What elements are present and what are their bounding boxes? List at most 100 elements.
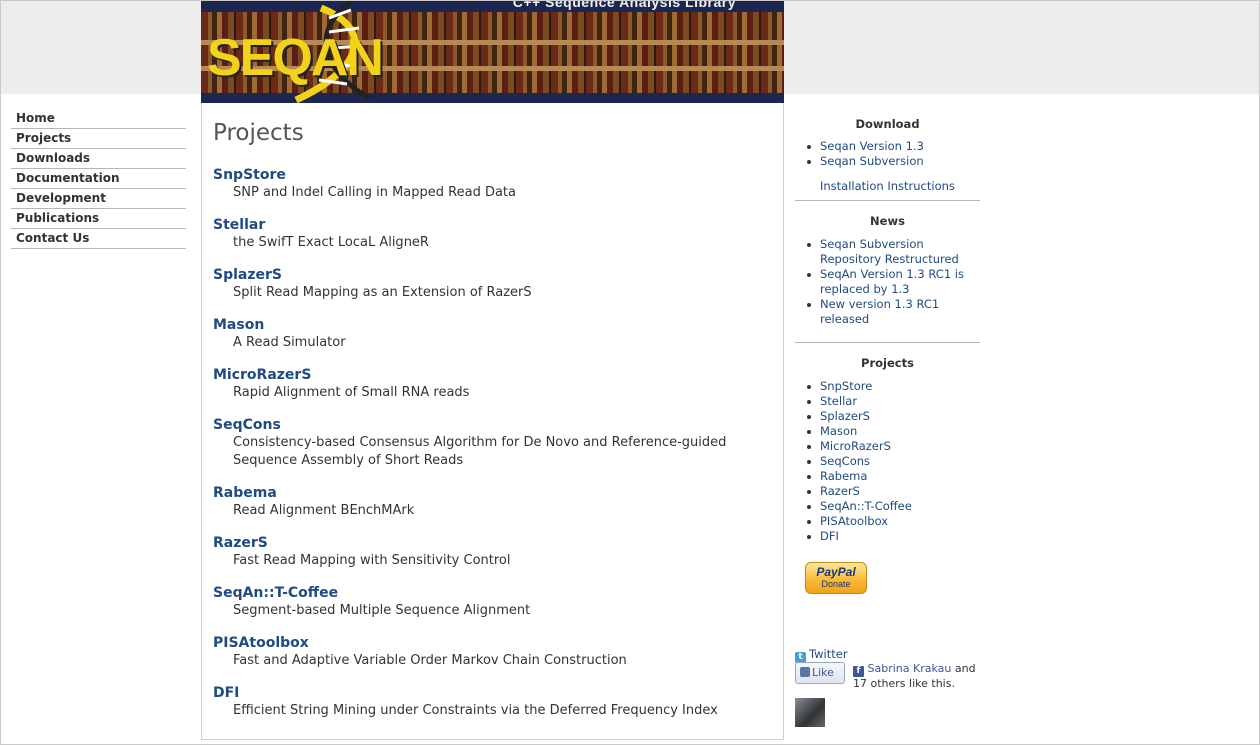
project-description: Fast and Adaptive Variable Order Markov … — [233, 653, 627, 668]
seqan-logo: SEQAN — [207, 29, 384, 87]
project-link[interactable]: Stellar — [213, 216, 773, 234]
banner-tagline: C++ Sequence Analysis Library — [512, 0, 736, 10]
project-link[interactable]: Rabema — [213, 484, 773, 502]
list-item: Seqan Version 1.3 — [807, 139, 980, 154]
project-sidebar-link[interactable]: SplazerS — [820, 409, 870, 423]
nav-item-home[interactable]: Home — [11, 110, 186, 129]
project-link[interactable]: MicroRazerS — [213, 366, 773, 384]
project-sidebar-link[interactable]: SnpStore — [820, 379, 872, 393]
project-entry: MicroRazerS Rapid Alignment of Small RNA… — [213, 366, 773, 402]
list-item: MicroRazerS — [807, 439, 980, 454]
facebook-like-button[interactable]: Like — [795, 662, 845, 684]
nav-item-documentation[interactable]: Documentation — [11, 170, 186, 189]
download-list: Seqan Version 1.3 Seqan Subversion — [795, 139, 980, 169]
project-link[interactable]: SeqAn::T-Coffee — [213, 584, 773, 602]
project-sidebar-link[interactable]: PISAtoolbox — [820, 514, 888, 528]
project-description: Segment-based Multiple Sequence Alignmen… — [233, 603, 531, 618]
project-link[interactable]: SnpStore — [213, 166, 773, 184]
project-sidebar-link[interactable]: Mason — [820, 424, 857, 438]
project-description: Split Read Mapping as an Extension of Ra… — [233, 285, 532, 300]
project-entry: SeqCons Consistency-based Consensus Algo… — [213, 416, 773, 470]
project-sidebar-link[interactable]: RazerS — [820, 484, 860, 498]
project-description: Rapid Alignment of Small RNA reads — [233, 385, 470, 400]
list-item: SeqCons — [807, 454, 980, 469]
left-navigation: Home Projects Downloads Documentation De… — [11, 110, 186, 250]
download-link[interactable]: Seqan Subversion — [820, 154, 924, 168]
project-entry: PISAtoolbox Fast and Adaptive Variable O… — [213, 634, 773, 670]
news-heading: News — [870, 214, 905, 228]
sidebar-divider — [795, 200, 980, 201]
project-link[interactable]: DFI — [213, 684, 773, 702]
twitter-link[interactable]: t Twitter — [795, 647, 848, 663]
news-list: Seqan Subversion Repository Restructured… — [795, 237, 985, 327]
list-item: New version 1.3 RC1 released — [807, 297, 985, 327]
project-description: Fast Read Mapping with Sensitivity Contr… — [233, 553, 511, 568]
like-label: Like — [812, 666, 834, 679]
project-description: Read Alignment BEnchMArk — [233, 503, 415, 518]
facebook-icon: f — [853, 666, 864, 677]
list-item: Stellar — [807, 394, 980, 409]
site-banner[interactable]: C++ Sequence Analysis Library SEQAN — [201, 0, 784, 103]
project-sidebar-link[interactable]: Rabema — [820, 469, 867, 483]
twitter-label: Twitter — [809, 647, 848, 661]
project-entry: Rabema Read Alignment BEnchMArk — [213, 484, 773, 520]
project-entry: Stellar the SwifT Exact LocaL AligneR — [213, 216, 773, 252]
project-sidebar-link[interactable]: SeqAn::T-Coffee — [820, 499, 912, 513]
nav-item-contact-us[interactable]: Contact Us — [11, 230, 186, 249]
news-link[interactable]: New version 1.3 RC1 released — [820, 297, 939, 326]
thumbs-up-icon — [800, 667, 810, 677]
project-sidebar-link[interactable]: DFI — [820, 529, 839, 543]
project-entry: Mason A Read Simulator — [213, 316, 773, 352]
list-item: SeqAn::T-Coffee — [807, 499, 980, 514]
project-entry: SnpStore SNP and Indel Calling in Mapped… — [213, 166, 773, 202]
list-item: SplazerS — [807, 409, 980, 424]
facebook-user-link[interactable]: Sabrina Krakau — [868, 662, 952, 675]
project-description: A Read Simulator — [233, 335, 346, 350]
projects-list: SnpStore Stellar SplazerS Mason MicroRaz… — [795, 379, 980, 544]
nav-item-development[interactable]: Development — [11, 190, 186, 209]
donate-label: Donate — [821, 579, 851, 589]
project-link[interactable]: SplazerS — [213, 266, 773, 284]
installation-instructions-link[interactable]: Installation Instructions — [820, 179, 955, 193]
download-link[interactable]: Seqan Version 1.3 — [820, 139, 924, 153]
nav-item-downloads[interactable]: Downloads — [11, 150, 186, 169]
news-link[interactable]: SeqAn Version 1.3 RC1 is replaced by 1.3 — [820, 267, 964, 296]
list-item: Mason — [807, 424, 980, 439]
project-description: SNP and Indel Calling in Mapped Read Dat… — [233, 185, 516, 200]
nav-item-publications[interactable]: Publications — [11, 210, 186, 229]
project-link[interactable]: SeqCons — [213, 416, 773, 434]
project-description: Consistency-based Consensus Algorithm fo… — [233, 435, 727, 468]
list-item: PISAtoolbox — [807, 514, 980, 529]
news-link[interactable]: Seqan Subversion Repository Restructured — [820, 237, 959, 266]
paypal-logo: PayPal — [816, 565, 856, 579]
nav-item-projects[interactable]: Projects — [11, 130, 186, 149]
list-item: SeqAn Version 1.3 RC1 is replaced by 1.3 — [807, 267, 985, 297]
project-description: the SwifT Exact LocaL AligneR — [233, 235, 429, 250]
project-sidebar-link[interactable]: MicroRazerS — [820, 439, 891, 453]
project-sidebar-link[interactable]: Stellar — [820, 394, 857, 408]
list-item: DFI — [807, 529, 980, 544]
right-sidebar: Download Seqan Version 1.3 Seqan Subvers… — [795, 110, 980, 544]
project-description: Efficient String Mining under Constraint… — [233, 703, 718, 718]
project-entry: SplazerS Split Read Mapping as an Extens… — [213, 266, 773, 302]
list-item: Rabema — [807, 469, 980, 484]
project-link[interactable]: PISAtoolbox — [213, 634, 773, 652]
project-entry: DFI Efficient String Mining under Constr… — [213, 684, 773, 720]
project-entry: SeqAn::T-Coffee Segment-based Multiple S… — [213, 584, 773, 620]
list-item: Seqan Subversion — [807, 154, 980, 169]
list-item: RazerS — [807, 484, 980, 499]
list-item: Seqan Subversion Repository Restructured — [807, 237, 985, 267]
list-item: SnpStore — [807, 379, 980, 394]
page-title: Projects — [213, 120, 304, 146]
main-content: Projects SnpStore SNP and Indel Calling … — [201, 103, 784, 740]
paypal-donate-button[interactable]: PayPal Donate — [805, 562, 867, 594]
download-heading: Download — [855, 117, 920, 131]
sidebar-divider — [795, 342, 980, 343]
project-sidebar-link[interactable]: SeqCons — [820, 454, 870, 468]
project-entry: RazerS Fast Read Mapping with Sensitivit… — [213, 534, 773, 570]
projects-heading: Projects — [861, 356, 914, 370]
facebook-like-text: f Sabrina Krakau and 17 others like this… — [853, 662, 983, 691]
project-link[interactable]: Mason — [213, 316, 773, 334]
project-link[interactable]: RazerS — [213, 534, 773, 552]
avatar[interactable] — [795, 698, 825, 727]
